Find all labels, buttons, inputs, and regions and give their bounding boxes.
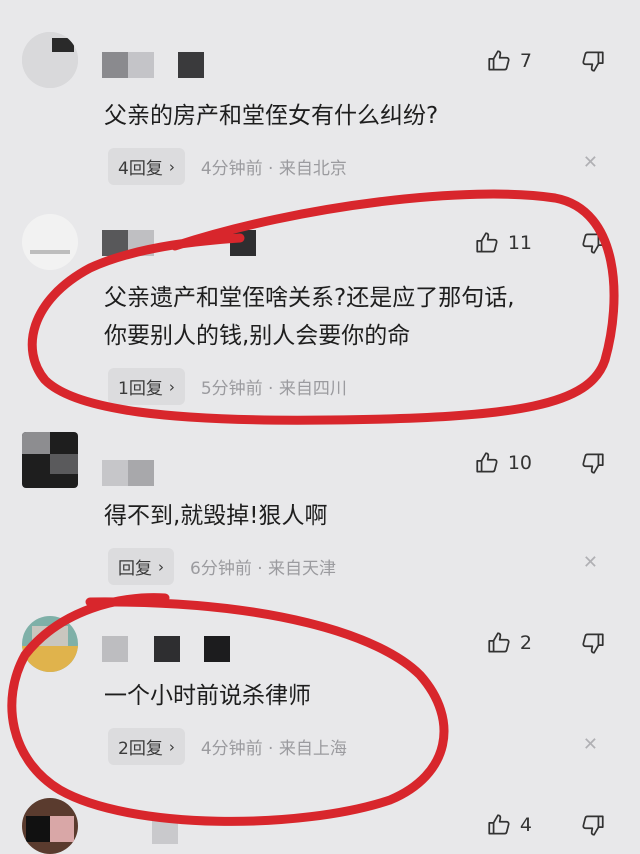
avatar[interactable] xyxy=(22,432,78,488)
chevron-right-icon: › xyxy=(168,157,175,176)
thumbs-down-icon xyxy=(582,453,604,474)
avatar[interactable] xyxy=(22,214,78,270)
reply-label: 4回复 xyxy=(118,159,163,179)
comment-text-line-2: 你要别人的钱,别人会要你的命 xyxy=(104,323,411,349)
dislike-button[interactable] xyxy=(580,450,606,476)
like-button[interactable]: 2 xyxy=(486,630,532,656)
username-mosaic[interactable] xyxy=(102,52,212,78)
reply-button[interactable]: 回复 › xyxy=(108,548,174,585)
thumbs-up-icon xyxy=(488,814,510,835)
comment-text: 得不到,就毁掉!狠人啊 xyxy=(104,503,328,529)
like-button[interactable]: 11 xyxy=(474,230,532,256)
avatar[interactable] xyxy=(22,798,78,854)
avatar[interactable] xyxy=(22,32,78,88)
comment-meta: 2回复 › 4分钟前 · 来自上海 xyxy=(108,728,347,765)
dislike-button[interactable] xyxy=(580,812,606,838)
username-mosaic[interactable] xyxy=(102,818,178,844)
thumbs-up-icon xyxy=(488,50,510,71)
comment-time: 6分钟前 · 来自天津 xyxy=(190,559,337,579)
dislike-button[interactable] xyxy=(580,48,606,74)
thumbs-up-icon xyxy=(476,452,498,473)
avatar[interactable] xyxy=(22,616,78,672)
thumbs-down-icon xyxy=(582,51,604,72)
username-mosaic[interactable] xyxy=(102,636,232,662)
chevron-right-icon: › xyxy=(168,737,175,756)
reply-label: 2回复 xyxy=(118,739,163,759)
like-count: 11 xyxy=(507,232,532,254)
reply-label: 1回复 xyxy=(118,379,163,399)
comment-meta: 1回复 › 5分钟前 · 来自四川 xyxy=(108,368,347,405)
comment-text: 一个小时前说杀律师 xyxy=(104,683,311,709)
reply-button[interactable]: 4回复 › xyxy=(108,148,185,185)
comment-meta: 4回复 › 4分钟前 · 来自北京 xyxy=(108,148,347,185)
close-icon[interactable]: ✕ xyxy=(583,552,598,573)
reply-button[interactable]: 1回复 › xyxy=(108,368,185,405)
chevron-right-icon: › xyxy=(168,377,175,396)
like-count: 2 xyxy=(519,632,532,654)
like-button[interactable]: 10 xyxy=(474,450,532,476)
comment-meta: 回复 › 6分钟前 · 来自天津 xyxy=(108,548,336,585)
reply-button[interactable]: 2回复 › xyxy=(108,728,185,765)
comments-screen: { "comments": [ { "text": "父亲的房产和堂侄女有什么纠… xyxy=(0,0,640,854)
comment-text-line-1: 父亲遗产和堂侄啥关系?还是应了那句话, xyxy=(104,285,515,311)
thumbs-up-icon xyxy=(476,232,498,253)
dislike-button[interactable] xyxy=(580,230,606,256)
like-count: 10 xyxy=(507,452,532,474)
like-count: 7 xyxy=(519,50,532,72)
thumbs-up-icon xyxy=(488,632,510,653)
username-mosaic[interactable] xyxy=(102,230,262,256)
comment-time: 4分钟前 · 来自上海 xyxy=(200,739,347,759)
close-icon[interactable]: ✕ xyxy=(583,734,598,755)
close-icon[interactable]: ✕ xyxy=(583,152,598,173)
like-count: 4 xyxy=(519,814,532,836)
thumbs-down-icon xyxy=(582,233,604,254)
thumbs-down-icon xyxy=(582,633,604,654)
comment-time: 5分钟前 · 来自四川 xyxy=(200,379,347,399)
like-button[interactable]: 7 xyxy=(486,48,532,74)
reply-label: 回复 xyxy=(118,559,152,579)
comment-time: 4分钟前 · 来自北京 xyxy=(200,159,347,179)
comment-text: 父亲的房产和堂侄女有什么纠纷? xyxy=(104,103,439,129)
dislike-button[interactable] xyxy=(580,630,606,656)
like-button[interactable]: 4 xyxy=(486,812,532,838)
thumbs-down-icon xyxy=(582,815,604,836)
chevron-right-icon: › xyxy=(158,557,164,576)
username-mosaic[interactable] xyxy=(102,460,192,486)
